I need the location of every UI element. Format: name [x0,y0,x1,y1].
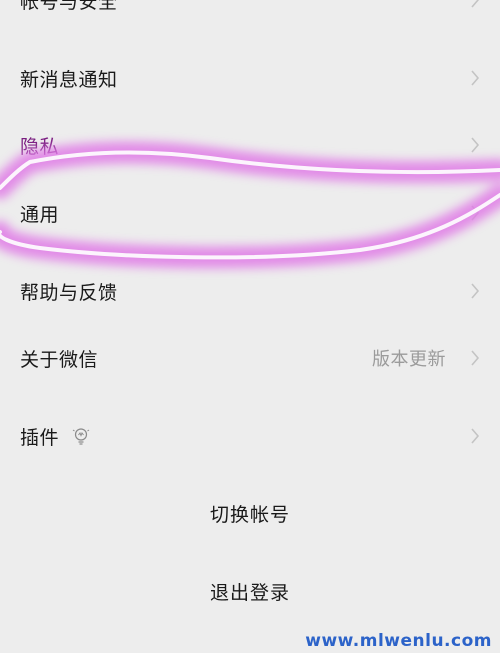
settings-item-notifications[interactable]: 新消息通知 [0,48,500,108]
chevron-right-icon [471,350,480,366]
settings-item-privacy[interactable]: 隐私 [0,115,500,175]
settings-item-label: 通用 [20,203,60,226]
chevron-right-icon [471,283,480,299]
settings-item-label: 帮助与反馈 [20,281,118,304]
chevron-right-icon [471,137,480,153]
chevron-right-icon [471,428,480,444]
watermark: www.mlwenlu.com [305,631,492,651]
settings-item-label: 关于微信 [20,348,99,371]
chevron-right-icon [471,205,480,221]
settings-item-help-feedback[interactable]: 帮助与反馈 [0,261,500,321]
settings-item-about[interactable]: 关于微信 版本更新 [0,328,500,388]
version-update-hint: 版本更新 [372,349,446,370]
settings-item-label: 帐号与安全 [20,0,118,13]
settings-item-plugins[interactable]: 插件 [0,406,500,466]
lightbulb-icon [72,428,90,445]
chevron-right-icon [471,0,480,8]
settings-item-label: 新消息通知 [20,68,118,91]
settings-item-account-security[interactable]: 帐号与安全 [0,0,500,30]
settings-item-label: 插件 [20,426,60,449]
chevron-right-icon [471,70,480,86]
logout-button[interactable]: 退出登录 [0,578,500,605]
settings-item-label: 隐私 [20,135,60,158]
switch-account-button[interactable]: 切换帐号 [0,500,500,527]
settings-item-general[interactable]: 通用 [0,183,500,243]
